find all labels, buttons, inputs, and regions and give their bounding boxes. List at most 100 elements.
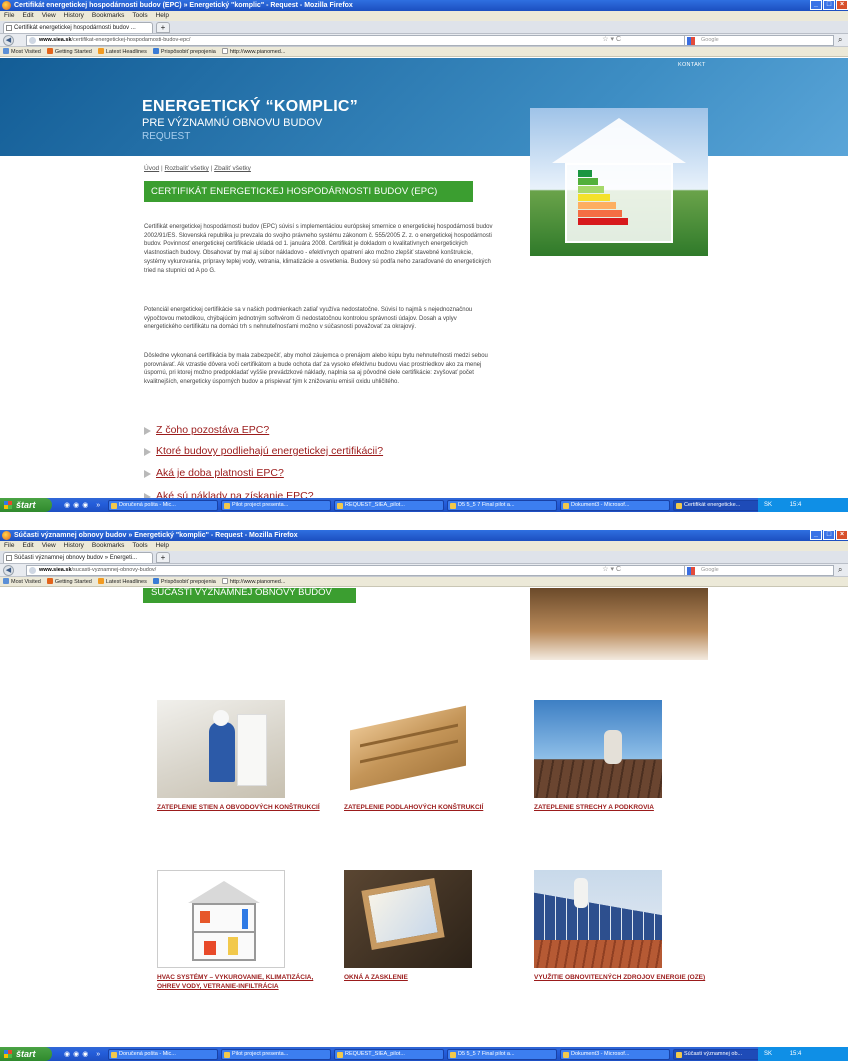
bookmark-customize-links[interactable]: Prispôsobiť prepojenia [152,47,216,56]
window-title: Certifikát energetickej hospodárnosti bu… [14,2,353,9]
contact-link[interactable]: KONTAKT [678,62,706,68]
search-icon[interactable]: ⌕ [838,35,842,45]
faq-link-buildings[interactable]: Ktoré budovy podliehajú energetickej cer… [144,445,383,457]
bookmark-latest-headlines[interactable]: Latest Headlines [97,577,147,586]
tile-label[interactable]: HVAC SYSTÉMY – VYKUROVANIE, KLIMATIZÁCIA… [157,973,337,991]
close-button[interactable]: × [836,530,848,540]
start-button[interactable]: štart [0,1047,52,1061]
page-title: SÚČASTI VÝZNAMNEJ OBNOVY BUDOV [143,588,356,603]
search-icon[interactable]: ⌕ [838,565,842,575]
tab-strip: Súčasti významnej obnovy budov » Energet… [0,551,848,564]
bookmark-getting-started[interactable]: Getting Started [46,47,92,56]
tab-label: Certifikát energetickej hospodárnosti bu… [14,25,136,31]
clock: 15:4 [789,502,802,508]
tile-label[interactable]: ZATEPLENIE STIEN A OBVODOVÝCH KONŠTRUKCI… [157,803,337,812]
intro-paragraph: Certifikát energetickej hospodárnosti bu… [144,224,493,274]
menu-file[interactable]: File [4,541,14,551]
tile-label[interactable]: VYUŽITIE OBNOVITEĽNÝCH ZDROJOV ENERGIE (… [534,973,714,982]
menu-edit[interactable]: Edit [22,541,33,551]
menu-help[interactable]: Help [156,541,169,551]
new-tab-button[interactable]: + [156,22,170,33]
tile-label[interactable]: OKNÁ A ZASKLENIE [344,973,524,982]
menu-bar: File Edit View History Bookmarks Tools H… [0,11,848,21]
taskbar-button[interactable]: D5 5_5 7 Final pilot a... [447,499,557,511]
menu-history[interactable]: History [64,541,84,551]
energy-class-bar [578,170,592,177]
url-path: /sucasti-vyznamnej-obnovy-budov/ [71,567,157,573]
taskbar-button[interactable]: Doručená pošta - Mic... [108,499,218,511]
tile-label[interactable]: ZATEPLENIE PODLAHOVÝCH KONŠTRUKCIÍ [344,803,524,812]
taskbar-button[interactable]: D5 5_5 7 Final pilot a... [447,1048,557,1060]
back-button[interactable]: ◀ [3,35,14,46]
collapse-all-link[interactable]: Zbaliť všetky [214,165,251,172]
bookmark-latest-headlines[interactable]: Latest Headlines [97,47,147,56]
potential-paragraph: Potenciál energetickej certifikácie sa v… [144,307,473,331]
menu-edit[interactable]: Edit [22,11,33,21]
maximize-button[interactable]: □ [823,530,835,540]
energy-class-bar [578,186,604,193]
search-input[interactable]: Google [684,565,834,576]
start-button[interactable]: štart [0,498,52,512]
url-domain: www.siea.sk [39,567,72,573]
menu-help[interactable]: Help [156,11,169,21]
menu-view[interactable]: View [42,541,56,551]
taskbar-button[interactable]: Doručená pošta - Mic... [108,1048,218,1060]
url-domain: www.siea.sk [39,37,72,43]
page-title: CERTIFIKÁT ENERGETICKEJ HOSPODÁRNOSTI BU… [144,181,473,202]
search-input[interactable]: Google [684,35,834,46]
faq-link-costs[interactable]: Aké sú náklady na získanie EPC? [144,490,314,498]
bookmark-getting-started[interactable]: Getting Started [46,577,92,586]
close-button[interactable]: × [836,0,848,10]
screenshot-2: Súčasti významnej obnovy budov » Energet… [0,530,848,1061]
menu-bookmarks[interactable]: Bookmarks [92,541,125,551]
bookmark-star-icon[interactable]: ☆ ▾ C [602,566,621,574]
menu-file[interactable]: File [4,11,14,21]
minimize-button[interactable]: _ [810,530,822,540]
quick-launch[interactable]: ◉◉◉ » [52,501,108,509]
taskbar-button[interactable]: REQUEST_SIEA_pilot... [334,1048,444,1060]
page-icon [221,578,228,584]
faq-link-validity[interactable]: Aká je doba platnosti EPC? [144,467,284,479]
menu-tools[interactable]: Tools [132,541,147,551]
menu-view[interactable]: View [42,11,56,21]
breadcrumb-home[interactable]: Úvod [144,165,159,172]
bookmark-customize-links[interactable]: Prispôsobiť prepojenia [152,577,216,586]
new-tab-button[interactable]: + [156,552,170,563]
firefox-icon [46,48,53,54]
maximize-button[interactable]: □ [823,0,835,10]
windows-taskbar: štart ◉◉◉ » Doručená pošta - Mic... Pilo… [0,1047,848,1061]
bookmark-pianomed[interactable]: http://www.pianomed... [221,577,285,586]
tile-label[interactable]: ZATEPLENIE STRECHY A PODKROVIA [534,803,714,812]
page-favicon [6,25,12,31]
wall-insulation-image [157,700,285,798]
bookmark-star-icon[interactable]: ☆ ▾ C [602,36,621,44]
address-bar[interactable]: www.siea.sk/sucasti-vyznamnej-obnovy-bud… [26,565,686,576]
taskbar-button[interactable]: Dokument3 - Microsof... [560,1048,670,1060]
bookmark-most-visited[interactable]: Most Visited [3,47,41,56]
page-content: SÚČASTI VÝZNAMNEJ OBNOVY BUDOV ZATEPLENI… [0,588,848,1047]
taskbar-button[interactable]: REQUEST_SIEA_pilot... [334,499,444,511]
quick-launch[interactable]: ◉◉◉ » [52,1050,108,1058]
taskbar-button[interactable]: Pilot project presenta... [221,499,331,511]
tab-active[interactable]: Súčasti významnej obnovy budov » Energet… [3,552,153,563]
bookmark-pianomed[interactable]: http://www.pianomed... [221,47,285,56]
navigation-toolbar: ◀ www.siea.sk/certifikat-energetickej-ho… [0,34,848,47]
tab-active[interactable]: Certifikát energetickej hospodárnosti bu… [3,22,153,33]
menu-history[interactable]: History [64,11,84,21]
taskbar-button[interactable]: Pilot project presenta... [221,1048,331,1060]
minimize-button[interactable]: _ [810,0,822,10]
solar-panels-image [534,870,662,968]
expand-all-link[interactable]: Rozbaliť všetky [165,165,209,172]
menu-bookmarks[interactable]: Bookmarks [92,11,125,21]
site-title[interactable]: ENERGETICKÝ “KOMPLIC” [142,98,358,116]
language-indicator[interactable]: SK [764,502,772,508]
address-bar[interactable]: www.siea.sk/certifikat-energetickej-hosp… [26,35,686,46]
bookmark-icon [3,48,9,54]
back-button[interactable]: ◀ [3,565,14,576]
menu-tools[interactable]: Tools [132,11,147,21]
faq-link-epc-contents[interactable]: Z čoho pozostáva EPC? [144,424,269,436]
energy-class-bar [578,178,598,185]
taskbar-button[interactable]: Dokument3 - Microsof... [560,499,670,511]
bookmark-most-visited[interactable]: Most Visited [3,577,41,586]
language-indicator[interactable]: SK [764,1051,772,1057]
